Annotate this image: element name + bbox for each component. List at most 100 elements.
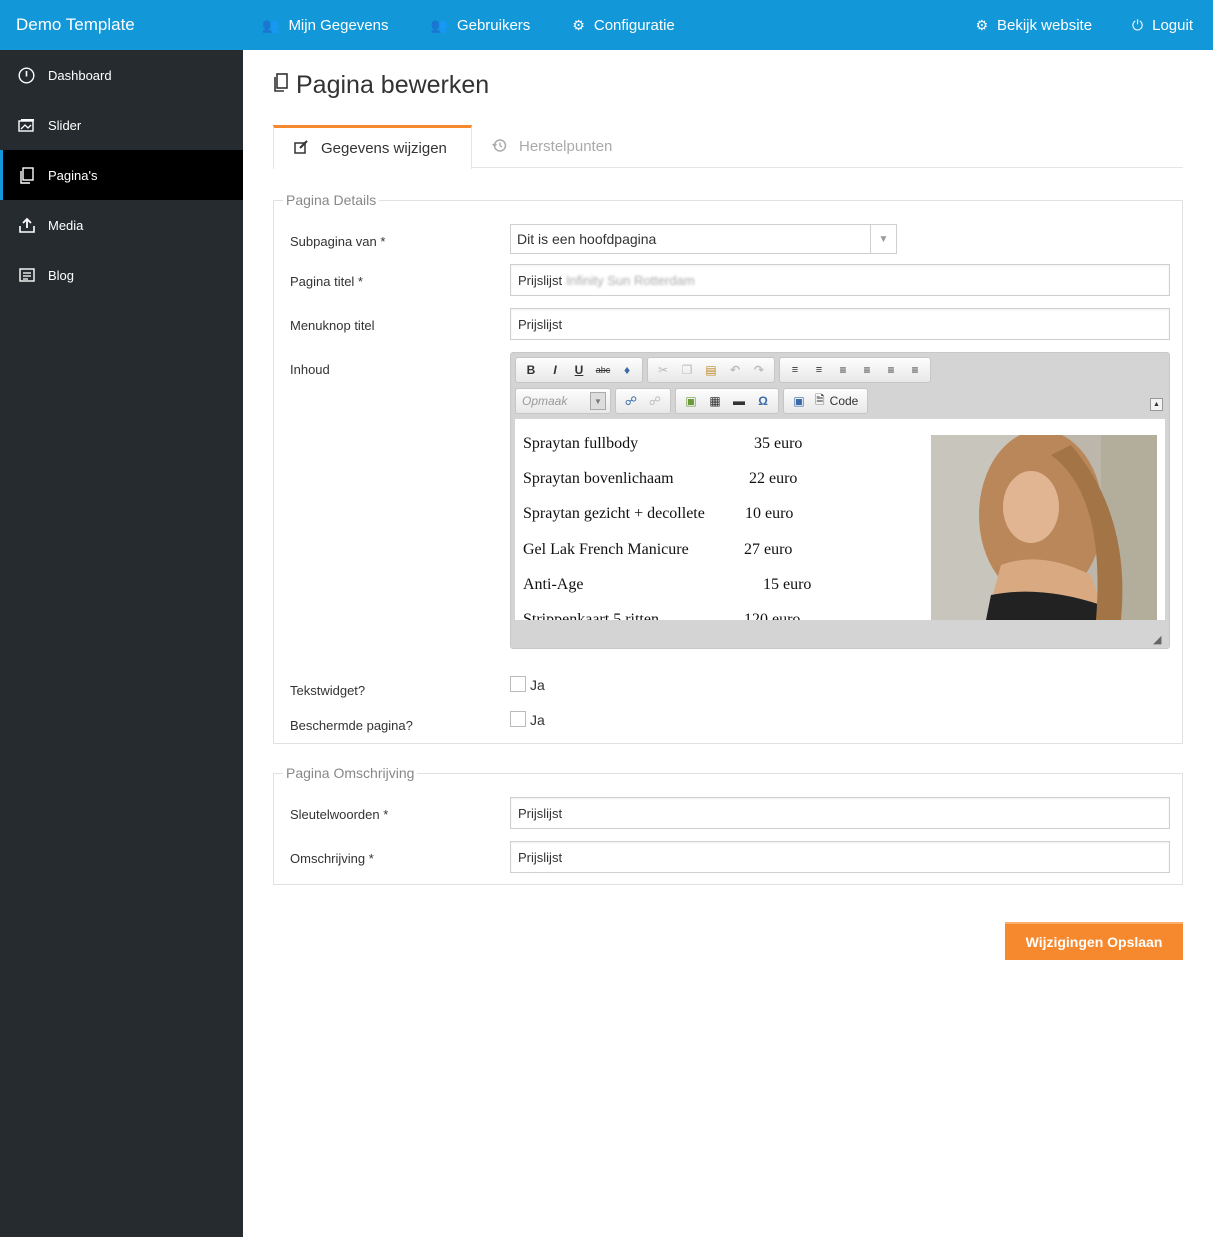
nav-gebruikers[interactable]: 👥 Gebruikers (431, 17, 531, 34)
format-group: B I U abc ♦ (515, 357, 643, 383)
sidebar-item-media[interactable]: Media (0, 200, 243, 250)
numbered-list-icon[interactable]: ≡ (783, 359, 807, 381)
align-justify-icon[interactable]: ≡ (903, 359, 927, 381)
parent-select-value: Dit is een hoofdpagina (517, 231, 657, 247)
keywords-label: Sleutelwoorden * (290, 807, 389, 822)
menu-input[interactable]: Prijslijst (510, 308, 1170, 340)
sidebar-item-label: Slider (48, 117, 82, 133)
price-name: Anti-Age (523, 576, 584, 593)
rich-text-editor[interactable]: B I U abc ♦ ✂ ❐ ▤ ↶ ↷ ≡ ≡ ≡ ≡ ≡ ≡ Opmaak… (510, 352, 1170, 649)
nav-label: Loguit (1152, 16, 1193, 34)
sidebar: Dashboard Slider Pagina's Media Blog (0, 50, 243, 1237)
top-bar: Demo Template 👥 Mijn Gegevens 👥 Gebruike… (0, 0, 1213, 50)
horizontal-rule-icon[interactable]: ▬ (727, 390, 751, 412)
save-button[interactable]: Wijzigingen Opslaan (1005, 922, 1183, 960)
price-name: Strippenkaart 5 ritten (523, 611, 659, 620)
menu-input-value: Prijslijst (518, 317, 563, 332)
sidebar-item-label: Blog (48, 267, 75, 283)
text-widget-option: Ja (530, 677, 545, 693)
clipboard-group: ✂ ❐ ▤ ↶ ↷ (647, 357, 775, 383)
format-placeholder: Opmaak (522, 394, 568, 408)
nav-loguit[interactable]: ⏻ Loguit (1132, 17, 1193, 34)
resize-handle-icon[interactable]: ◢ (1153, 633, 1165, 646)
collapse-toolbar-icon[interactable]: ▲ (1150, 398, 1163, 411)
menu-label: Menuknop titel (290, 318, 375, 333)
nav-configuratie[interactable]: ⚙ Configuratie (572, 17, 674, 34)
price-value: 35 euro (754, 435, 803, 452)
tab-label: Gegevens wijzigen (321, 140, 447, 157)
align-center-icon[interactable]: ≡ (855, 359, 879, 381)
nav-label: Bekijk website (997, 16, 1093, 34)
cut-icon[interactable]: ✂ (651, 359, 675, 381)
editor-toolbar-row-2: Opmaak ▼ ☍ ☍ ▣ ▦ ▬ Ω ▣ 🗎 Code (515, 388, 872, 414)
parent-select[interactable]: Dit is een hoofdpagina ▼ (510, 224, 897, 254)
power-icon: ⏻ (1132, 16, 1144, 33)
nav-label: Gebruikers (456, 16, 531, 34)
gears-icon: ⚙ (975, 16, 988, 33)
sidebar-item-paginas[interactable]: Pagina's (0, 150, 243, 200)
code-button[interactable]: 🗎 Code (811, 390, 864, 412)
eraser-icon[interactable]: ♦ (615, 359, 639, 381)
copy-icon[interactable]: ❐ (675, 359, 699, 381)
content-photo (931, 435, 1157, 620)
gears-icon: ⚙ (572, 16, 585, 33)
price-value: 27 euro (744, 541, 793, 558)
sidebar-item-slider[interactable]: Slider (0, 100, 243, 150)
keywords-input[interactable]: Prijslijst (510, 797, 1170, 829)
tab-herstelpunten[interactable]: Herstelpunten (492, 125, 612, 168)
format-select[interactable]: Opmaak ▼ (515, 388, 611, 414)
description-legend: Pagina Omschrijving (283, 765, 418, 781)
image-icon[interactable]: ▣ (679, 390, 703, 412)
nav-bekijk-website[interactable]: ⚙ Bekijk website (975, 17, 1092, 34)
pages-icon (18, 166, 35, 184)
unlink-icon[interactable]: ☍ (643, 390, 667, 412)
title-input-blurred: Infinity Sun Rotterdam (566, 273, 695, 288)
blog-icon (18, 267, 35, 284)
italic-icon[interactable]: I (543, 359, 567, 381)
bold-icon[interactable]: B (519, 359, 543, 381)
edit-icon (294, 140, 309, 157)
text-widget-checkbox[interactable] (510, 676, 526, 692)
sidebar-item-dashboard[interactable]: Dashboard (0, 50, 243, 100)
details-fieldset: Pagina Details Subpagina van * Dit is ee… (273, 192, 1183, 744)
history-icon (492, 138, 507, 156)
redo-icon[interactable]: ↷ (747, 359, 771, 381)
format-dropdown[interactable]: Opmaak ▼ (518, 390, 608, 412)
code-label: Code (829, 394, 859, 408)
underline-icon[interactable]: U (567, 359, 591, 381)
price-value: 10 euro (745, 505, 794, 522)
strikethrough-icon[interactable]: abc (591, 359, 615, 381)
document-icon: 🗎 (815, 392, 825, 407)
bullet-list-icon[interactable]: ≡ (807, 359, 831, 381)
price-name: Spraytan gezicht + decollete (523, 505, 705, 522)
editor-content[interactable]: Spraytan fullbody 35 euro Spraytan boven… (515, 419, 1165, 620)
tabs: Gegevens wijzigen Herstelpunten (273, 125, 1183, 169)
table-icon[interactable]: ▦ (703, 390, 727, 412)
nav-mijn-gegevens[interactable]: 👥 Mijn Gegevens (262, 17, 389, 34)
align-left-icon[interactable]: ≡ (831, 359, 855, 381)
protected-checkbox[interactable] (510, 711, 526, 727)
dashboard-icon (18, 66, 35, 84)
sidebar-item-blog[interactable]: Blog (0, 250, 243, 300)
brand-logo[interactable]: Demo Template (16, 15, 135, 35)
main-content: Pagina bewerken Gegevens wijzigen Herste… (273, 50, 1183, 960)
text-widget-label: Tekstwidget? (290, 683, 366, 698)
special-char-icon[interactable]: Ω (751, 390, 775, 412)
paste-icon[interactable]: ▤ (699, 359, 723, 381)
sidebar-item-label: Media (48, 217, 84, 233)
insert-group: ▣ ▦ ▬ Ω (675, 388, 779, 414)
title-input-value: Prijslijst (518, 273, 563, 288)
link-icon[interactable]: ☍ (619, 390, 643, 412)
nav-label: Mijn Gegevens (288, 16, 389, 34)
align-right-icon[interactable]: ≡ (879, 359, 903, 381)
title-input[interactable]: Prijslijst Infinity Sun Rotterdam (510, 264, 1170, 296)
undo-icon[interactable]: ↶ (723, 359, 747, 381)
details-legend: Pagina Details (283, 192, 380, 208)
summary-input[interactable]: Prijslijst (510, 841, 1170, 873)
maximize-icon[interactable]: ▣ (787, 390, 811, 412)
pages-icon (273, 72, 288, 98)
tab-gegevens-wijzigen[interactable]: Gegevens wijzigen (273, 125, 472, 169)
protected-label: Beschermde pagina? (290, 718, 413, 733)
nav-label: Configuratie (593, 16, 675, 34)
source-group: ▣ 🗎 Code (783, 388, 869, 414)
